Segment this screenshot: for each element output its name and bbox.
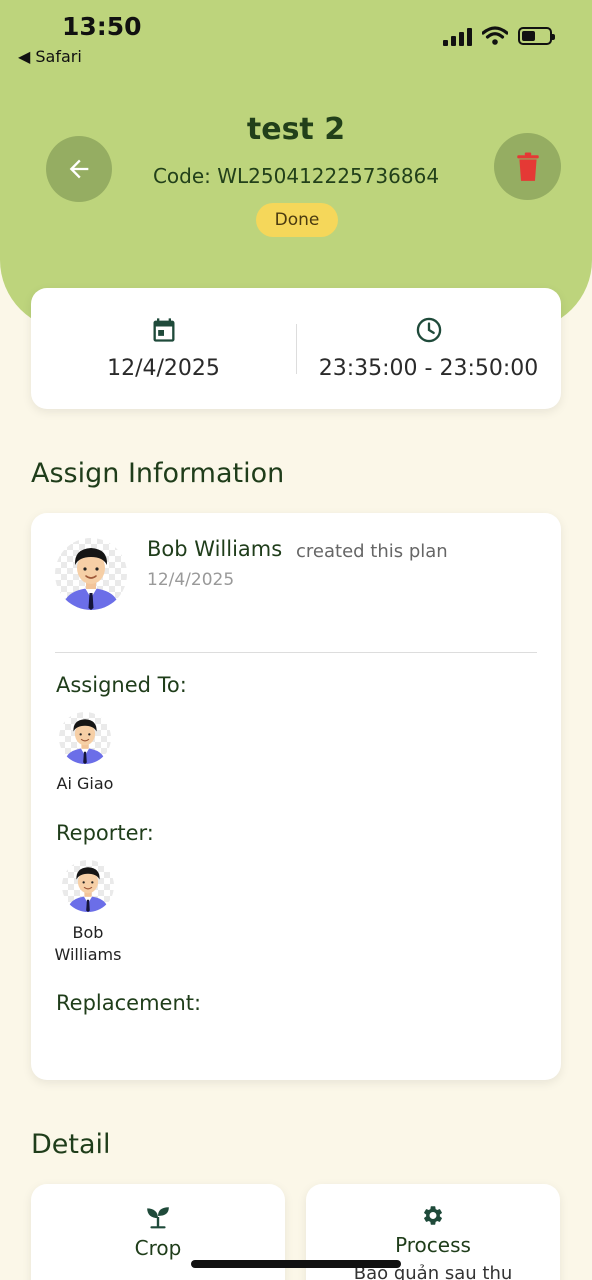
delete-button[interactable] <box>494 133 561 200</box>
person-avatar-icon <box>64 719 106 764</box>
person-avatar-icon <box>67 867 109 912</box>
process-label: Process <box>395 1233 471 1257</box>
wifi-icon <box>482 26 508 45</box>
sprout-icon <box>147 1207 169 1229</box>
created-date: 12/4/2025 <box>147 570 235 590</box>
calendar-icon <box>153 318 174 342</box>
assign-information-heading: Assign Information <box>31 458 285 489</box>
battery-icon <box>518 27 555 45</box>
plan-date: 12/4/2025 <box>107 356 220 381</box>
person-avatar-icon <box>63 548 119 610</box>
home-indicator[interactable] <box>191 1260 401 1268</box>
reporter-name: Bob Williams <box>54 923 122 964</box>
status-badge: Done <box>256 203 338 237</box>
crop-label: Crop <box>134 1236 182 1260</box>
gear-icon <box>424 1206 442 1225</box>
trash-icon <box>516 152 539 181</box>
assign-information-card: Bob Williams created this plan 12/4/2025… <box>31 513 561 1080</box>
assigned-to-label: Assigned To: <box>56 673 187 697</box>
detail-heading: Detail <box>31 1129 111 1160</box>
plan-time-range: 23:35:00 - 23:50:00 <box>318 356 539 381</box>
back-to-safari-link[interactable]: ◀ Safari <box>18 47 82 66</box>
assignee-name: Ai Giao <box>56 774 114 793</box>
creator-avatar <box>55 538 127 610</box>
time-section: 23:35:00 - 23:50:00 <box>296 288 561 409</box>
schedule-card: 12/4/2025 23:35:00 - 23:50:00 <box>31 288 561 409</box>
assign-card-divider <box>55 652 537 653</box>
reporter-label: Reporter: <box>56 821 154 845</box>
status-time: 13:50 <box>62 12 142 41</box>
status-icons <box>443 26 555 46</box>
assignee-avatar <box>59 712 111 764</box>
reporter-avatar <box>62 860 114 912</box>
date-section: 12/4/2025 <box>31 288 296 409</box>
cellular-signal-icon <box>443 26 472 46</box>
replacement-label: Replacement: <box>56 991 202 1015</box>
clock-icon <box>416 317 441 343</box>
creator-name: Bob Williams <box>147 537 283 561</box>
creator-action-text: created this plan <box>296 541 448 562</box>
